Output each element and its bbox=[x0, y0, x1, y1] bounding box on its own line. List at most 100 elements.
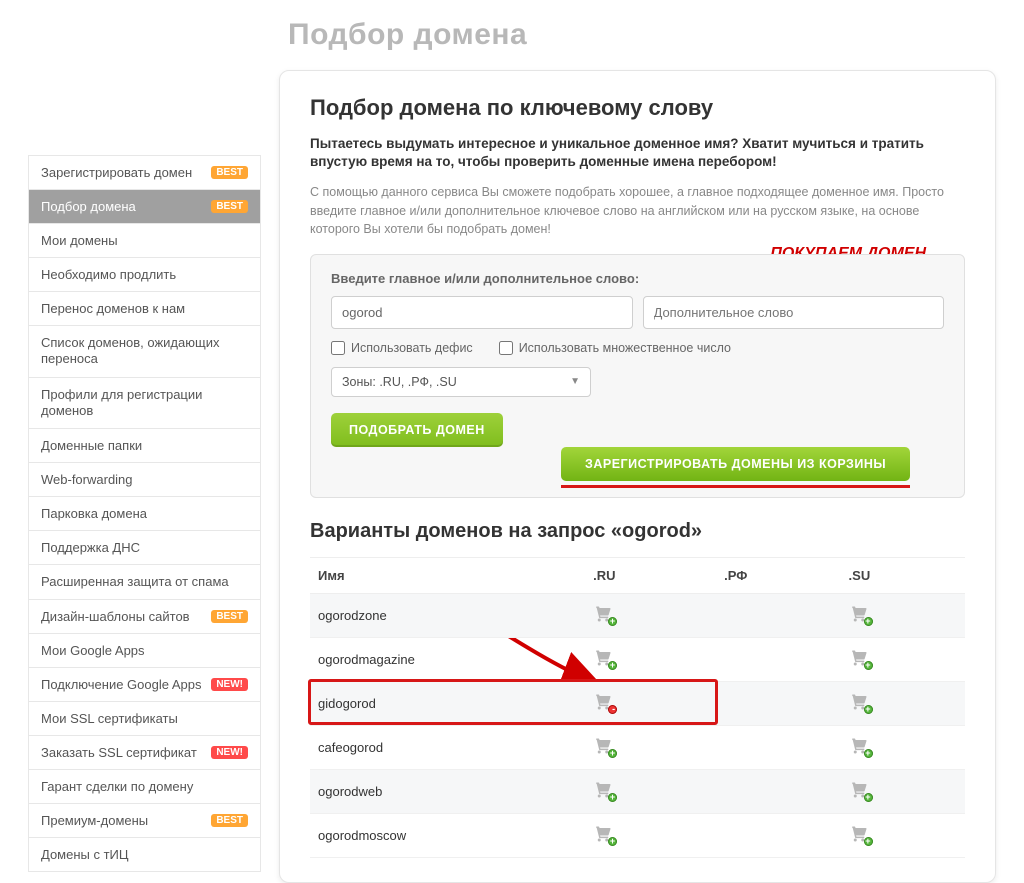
section-title: Подбор домена по ключевому слову bbox=[310, 95, 965, 121]
ru-cell bbox=[585, 769, 716, 813]
add-to-cart-icon[interactable] bbox=[849, 737, 869, 755]
rf-cell bbox=[716, 637, 840, 681]
sidebar-item[interactable]: Мои SSL сертификаты bbox=[28, 702, 261, 736]
sidebar-item-label: Дизайн-шаблоны сайтов bbox=[41, 609, 190, 624]
domain-name-cell: ogorodmoscow bbox=[310, 813, 585, 857]
main-keyword-input[interactable] bbox=[331, 296, 633, 329]
search-form: Введите главное и/или дополнительное сло… bbox=[310, 254, 965, 498]
badge-best: BEST bbox=[211, 166, 248, 179]
chevron-down-icon: ▼ bbox=[570, 376, 580, 387]
sidebar-item-label: Мои SSL сертификаты bbox=[41, 711, 178, 726]
page-title: Подбор домена bbox=[288, 18, 996, 52]
add-to-cart-icon[interactable] bbox=[849, 693, 869, 711]
su-cell bbox=[841, 637, 965, 681]
ru-cell bbox=[585, 681, 716, 725]
use-hyphen-label: Использовать дефис bbox=[351, 341, 473, 355]
table-row: ogorodmoscow bbox=[310, 813, 965, 857]
su-cell bbox=[841, 593, 965, 637]
sidebar-item-label: Необходимо продлить bbox=[41, 267, 176, 282]
sidebar-item[interactable]: Заказать SSL сертификат NEW! bbox=[28, 736, 261, 770]
sidebar-item[interactable]: Поддержка ДНС bbox=[28, 531, 261, 565]
rf-cell bbox=[716, 593, 840, 637]
zones-select[interactable]: Зоны: .RU, .РФ, .SU ▼ bbox=[331, 367, 591, 397]
ru-cell bbox=[585, 725, 716, 769]
add-to-cart-icon[interactable] bbox=[849, 781, 869, 799]
use-hyphen-checkbox[interactable]: Использовать дефис bbox=[331, 341, 473, 355]
sidebar-item[interactable]: Расширенная защита от спама bbox=[28, 565, 261, 600]
sidebar-item[interactable]: Мои Google Apps bbox=[28, 634, 261, 668]
badge-new: NEW! bbox=[211, 746, 248, 759]
form-label: Введите главное и/или дополнительное сло… bbox=[331, 271, 944, 286]
sidebar-item[interactable]: Подбор доменаBEST bbox=[28, 190, 261, 224]
variants-title: Варианты доменов на запрос «ogorod» bbox=[310, 520, 965, 543]
sidebar-item-label: Зарегистрировать домен bbox=[41, 165, 192, 180]
sidebar-item[interactable]: Зарегистрировать домен BEST bbox=[28, 156, 261, 190]
sidebar-item-label: Заказать SSL сертификат bbox=[41, 745, 197, 760]
domain-name-cell: cafeogorod bbox=[310, 725, 585, 769]
sidebar-item[interactable]: Домены с тИЦ bbox=[28, 838, 261, 872]
add-to-cart-icon[interactable] bbox=[593, 781, 613, 799]
annotation-underline bbox=[561, 485, 910, 488]
sidebar-item-label: Профили для регистрации доменов bbox=[41, 387, 248, 420]
sidebar-item[interactable]: Профили для регистрации доменов bbox=[28, 378, 261, 430]
su-cell bbox=[841, 725, 965, 769]
add-to-cart-icon[interactable] bbox=[593, 737, 613, 755]
sidebar-item[interactable]: Доменные папки bbox=[28, 429, 261, 463]
sidebar-item-label: Расширенная защита от спама bbox=[41, 574, 229, 590]
extra-keyword-input[interactable] bbox=[643, 296, 945, 329]
domain-name-cell: ogorodmagazine bbox=[310, 637, 585, 681]
sidebar-item-label: Гарант сделки по домену bbox=[41, 779, 193, 794]
sidebar-item[interactable]: Необходимо продлить bbox=[28, 258, 261, 292]
register-from-cart-button[interactable]: ЗАРЕГИСТРИРОВАТЬ ДОМЕНЫ ИЗ КОРЗИНЫ bbox=[561, 447, 910, 481]
sidebar-item-label: Премиум-домены bbox=[41, 813, 148, 828]
ru-cell bbox=[585, 813, 716, 857]
rf-cell bbox=[716, 769, 840, 813]
zones-select-label: Зоны: .RU, .РФ, .SU bbox=[342, 375, 457, 389]
add-to-cart-icon[interactable] bbox=[593, 693, 613, 711]
add-to-cart-icon[interactable] bbox=[849, 825, 869, 843]
rf-cell bbox=[716, 681, 840, 725]
su-cell bbox=[841, 769, 965, 813]
domain-name-cell: gidogorod bbox=[310, 681, 585, 725]
sidebar-item-label: Поддержка ДНС bbox=[41, 540, 140, 555]
use-plural-checkbox[interactable]: Использовать множественное число bbox=[499, 341, 731, 355]
sidebar-item-label: Доменные папки bbox=[41, 438, 142, 453]
table-row: cafeogorod bbox=[310, 725, 965, 769]
table-row: gidogorod bbox=[310, 681, 965, 725]
sidebar-item[interactable]: Парковка домена bbox=[28, 497, 261, 531]
sidebar-item[interactable]: Список доменов, ожидающих переноса bbox=[28, 326, 261, 378]
sidebar-item-label: Парковка домена bbox=[41, 506, 147, 521]
sidebar-item[interactable]: Web-forwarding bbox=[28, 463, 261, 497]
results-table: Имя .RU .РФ .SU ogorodzoneogorodmagazine… bbox=[310, 557, 965, 858]
sidebar-item[interactable]: Подключение Google AppsNEW! bbox=[28, 668, 261, 702]
add-to-cart-icon[interactable] bbox=[593, 825, 613, 843]
table-row: ogorodweb bbox=[310, 769, 965, 813]
add-to-cart-icon[interactable] bbox=[593, 605, 613, 623]
badge-new: NEW! bbox=[211, 678, 248, 691]
sidebar-item[interactable]: Гарант сделки по домену bbox=[28, 770, 261, 804]
sidebar-item-label: Перенос доменов к нам bbox=[41, 301, 185, 316]
col-name: Имя bbox=[310, 557, 585, 593]
ru-cell bbox=[585, 637, 716, 681]
su-cell bbox=[841, 813, 965, 857]
rf-cell bbox=[716, 725, 840, 769]
add-to-cart-icon[interactable] bbox=[593, 649, 613, 667]
badge-best: BEST bbox=[211, 610, 248, 623]
col-su: .SU bbox=[841, 557, 965, 593]
add-to-cart-icon[interactable] bbox=[849, 605, 869, 623]
lead-text: Пытаетесь выдумать интересное и уникальн… bbox=[310, 135, 965, 171]
sidebar-item[interactable]: Мои домены bbox=[28, 224, 261, 258]
sidebar-item[interactable]: Премиум-домены BEST bbox=[28, 804, 261, 838]
sidebar-item[interactable]: Перенос доменов к нам bbox=[28, 292, 261, 326]
use-plural-label: Использовать множественное число bbox=[519, 341, 731, 355]
sidebar-item[interactable]: Дизайн-шаблоны сайтов BEST bbox=[28, 600, 261, 634]
domain-name-cell: ogorodzone bbox=[310, 593, 585, 637]
badge-best: BEST bbox=[211, 200, 248, 213]
sidebar-item-label: Мои домены bbox=[41, 233, 118, 248]
table-row: ogorodzone bbox=[310, 593, 965, 637]
sidebar: Зарегистрировать доменBESTПодбор доменаB… bbox=[28, 155, 261, 883]
badge-best: BEST bbox=[211, 814, 248, 827]
pick-domain-button[interactable]: ПОДОБРАТЬ ДОМЕН bbox=[331, 413, 503, 447]
su-cell bbox=[841, 681, 965, 725]
add-to-cart-icon[interactable] bbox=[849, 649, 869, 667]
